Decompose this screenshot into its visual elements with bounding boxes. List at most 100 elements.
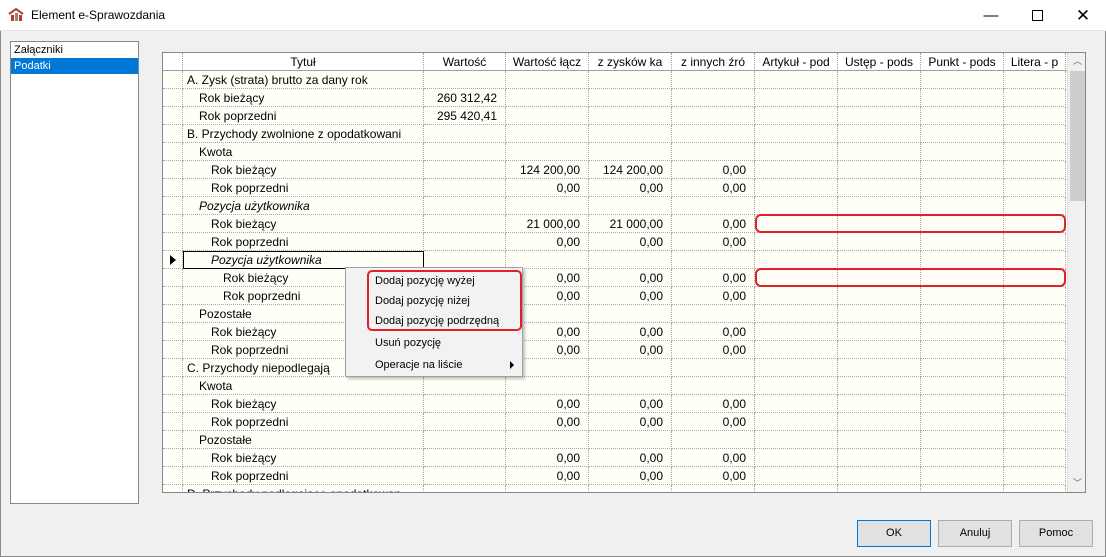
- cell-value[interactable]: 0,00: [506, 233, 589, 251]
- table-row[interactable]: Rok bieżący 0,00 0,00 0,00: [163, 449, 1066, 467]
- cell-value[interactable]: [755, 179, 838, 197]
- table-row[interactable]: Rok bieżący 0,00 0,00 0,00: [163, 323, 1066, 341]
- cell-value[interactable]: [672, 251, 755, 269]
- row-indicator[interactable]: [163, 431, 183, 449]
- cell-value[interactable]: 0,00: [506, 449, 589, 467]
- context-menu-item[interactable]: Operacje na liście: [346, 354, 522, 376]
- cell-value[interactable]: [838, 107, 921, 125]
- cell-value[interactable]: 0,00: [506, 413, 589, 431]
- cancel-button[interactable]: Anuluj: [938, 520, 1012, 547]
- cell-value[interactable]: 0,00: [672, 161, 755, 179]
- row-indicator[interactable]: [163, 107, 183, 125]
- cell-value[interactable]: [755, 197, 838, 215]
- cell-value[interactable]: [755, 449, 838, 467]
- context-menu-item[interactable]: Dodaj pozycję podrzędną: [346, 310, 522, 332]
- cell-value[interactable]: [589, 359, 672, 377]
- cell-title[interactable]: Kwota: [183, 377, 424, 395]
- cell-value[interactable]: [1004, 431, 1066, 449]
- cell-title[interactable]: Rok poprzedni: [183, 233, 424, 251]
- cell-title[interactable]: Pozostałe: [183, 431, 424, 449]
- cell-value[interactable]: [921, 305, 1004, 323]
- cell-value[interactable]: 0,00: [589, 287, 672, 305]
- cell-value[interactable]: [506, 125, 589, 143]
- row-indicator[interactable]: [163, 251, 183, 269]
- cell-value[interactable]: [424, 233, 506, 251]
- cell-value[interactable]: 21 000,00: [506, 215, 589, 233]
- cell-title[interactable]: Rok poprzedni: [183, 107, 424, 125]
- cell-value[interactable]: [755, 413, 838, 431]
- row-indicator[interactable]: [163, 161, 183, 179]
- cell-value[interactable]: [672, 107, 755, 125]
- cell-value[interactable]: [921, 395, 1004, 413]
- cell-value[interactable]: [838, 251, 921, 269]
- cell-title[interactable]: A. Zysk (strata) brutto za dany rok: [183, 71, 424, 89]
- cell-value[interactable]: [424, 413, 506, 431]
- ok-button[interactable]: OK: [857, 520, 931, 547]
- scroll-up-icon[interactable]: ︿: [1068, 53, 1085, 70]
- cell-value[interactable]: [921, 359, 1004, 377]
- cell-value[interactable]: [755, 287, 838, 305]
- cell-value[interactable]: [589, 143, 672, 161]
- cell-value[interactable]: [589, 71, 672, 89]
- cell-value[interactable]: [838, 323, 921, 341]
- cell-value[interactable]: 124 200,00: [589, 161, 672, 179]
- column-header[interactable]: z innych źró: [672, 53, 755, 71]
- cell-value[interactable]: [424, 377, 506, 395]
- table-row[interactable]: A. Zysk (strata) brutto za dany rok: [163, 71, 1066, 89]
- cell-value[interactable]: [921, 143, 1004, 161]
- row-indicator[interactable]: [163, 179, 183, 197]
- cell-value[interactable]: 0,00: [506, 467, 589, 485]
- row-indicator[interactable]: [163, 395, 183, 413]
- section-item[interactable]: Podatki: [11, 58, 138, 74]
- cell-value[interactable]: [838, 287, 921, 305]
- cell-value[interactable]: 0,00: [672, 287, 755, 305]
- table-row[interactable]: Rok poprzedni 0,00 0,00 0,00: [163, 413, 1066, 431]
- cell-value[interactable]: [921, 125, 1004, 143]
- cell-value[interactable]: [921, 179, 1004, 197]
- cell-value[interactable]: [838, 449, 921, 467]
- cell-value[interactable]: [506, 431, 589, 449]
- cell-title[interactable]: D. Przychody podlegające opodatkowan: [183, 485, 424, 492]
- cell-title[interactable]: Rok poprzedni: [183, 467, 424, 485]
- cell-value[interactable]: [1004, 71, 1066, 89]
- column-header[interactable]: Ustęp - pods: [838, 53, 921, 71]
- cell-value[interactable]: [755, 485, 838, 492]
- scroll-down-icon[interactable]: ﹀: [1068, 475, 1085, 492]
- cell-value[interactable]: [755, 323, 838, 341]
- cell-value[interactable]: [1004, 485, 1066, 492]
- cell-value[interactable]: [1004, 287, 1066, 305]
- cell-value[interactable]: [424, 485, 506, 492]
- row-indicator[interactable]: [163, 287, 183, 305]
- cell-value[interactable]: 21 000,00: [589, 215, 672, 233]
- cell-value[interactable]: [424, 125, 506, 143]
- row-indicator[interactable]: [163, 71, 183, 89]
- cell-value[interactable]: [921, 467, 1004, 485]
- cell-value[interactable]: [589, 431, 672, 449]
- cell-value[interactable]: [755, 359, 838, 377]
- cell-value[interactable]: [838, 233, 921, 251]
- cell-value[interactable]: [755, 431, 838, 449]
- cell-value[interactable]: [1004, 233, 1066, 251]
- cell-value[interactable]: [1004, 179, 1066, 197]
- cell-value[interactable]: [506, 89, 589, 107]
- cell-value[interactable]: [1004, 413, 1066, 431]
- cell-title[interactable]: Rok bieżący: [183, 215, 424, 233]
- cell-value[interactable]: 0,00: [589, 395, 672, 413]
- table-row[interactable]: Rok poprzedni 295 420,41: [163, 107, 1066, 125]
- cell-value[interactable]: [838, 125, 921, 143]
- cell-value[interactable]: [672, 143, 755, 161]
- cell-value[interactable]: 0,00: [672, 449, 755, 467]
- cell-value[interactable]: [1004, 377, 1066, 395]
- row-indicator[interactable]: [163, 143, 183, 161]
- cell-value[interactable]: [921, 287, 1004, 305]
- table-row[interactable]: Rok bieżący 124 200,00 124 200,00 0,00: [163, 161, 1066, 179]
- cell-value[interactable]: [424, 197, 506, 215]
- context-menu-item[interactable]: Dodaj pozycję wyżej: [346, 270, 522, 292]
- cell-value[interactable]: [424, 395, 506, 413]
- cell-value[interactable]: [424, 467, 506, 485]
- cell-value[interactable]: [755, 161, 838, 179]
- row-indicator[interactable]: [163, 215, 183, 233]
- column-header[interactable]: Wartość: [424, 53, 506, 71]
- cell-value[interactable]: 0,00: [672, 341, 755, 359]
- cell-value[interactable]: 0,00: [589, 413, 672, 431]
